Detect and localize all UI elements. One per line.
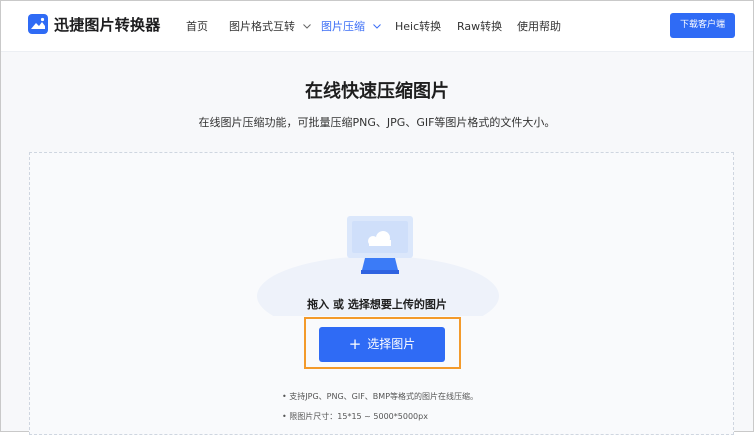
select-image-label: 选择图片 <box>367 337 416 351</box>
chevron-down-icon <box>372 24 381 29</box>
nav-help[interactable]: 使用帮助 <box>517 18 561 34</box>
top-navigation: 迅捷图片转换器 首页 图片格式互转 图片压缩 Heic转换 Raw转换 使用帮助… <box>1 1 753 52</box>
upload-image-illustration <box>347 216 413 274</box>
nav-heic[interactable]: Heic转换 <box>395 18 441 34</box>
format-support-note: • 支持JPG、PNG、GIF、BMP等格式的图片在线压缩。 <box>282 392 479 401</box>
nav-format-convert-label: 图片格式互转 <box>229 20 295 33</box>
window-frame: 迅捷图片转换器 首页 图片格式互转 图片压缩 Heic转换 Raw转换 使用帮助… <box>0 0 754 435</box>
brand-name[interactable]: 迅捷图片转换器 <box>54 14 160 35</box>
page-title: 在线快速压缩图片 <box>305 81 449 102</box>
size-limit-note: • 限图片尺寸：15*15 ~ 5000*5000px <box>282 412 428 421</box>
chevron-down-icon <box>302 24 311 29</box>
nav-home[interactable]: 首页 <box>186 18 208 34</box>
nav-format-convert[interactable]: 图片格式互转 <box>229 18 311 34</box>
nav-compress[interactable]: 图片压缩 <box>321 18 381 34</box>
drop-hint: 拖入 或 选择想要上传的图片 <box>307 298 447 311</box>
image-logo-icon[interactable] <box>28 14 48 34</box>
page-subtitle: 在线图片压缩功能，可批量压缩PNG、JPG、GIF等图片格式的文件大小。 <box>198 116 556 129</box>
download-client-button[interactable]: 下载客户端 <box>670 13 735 38</box>
nav-raw[interactable]: Raw转换 <box>457 18 502 34</box>
select-image-button[interactable]: + 选择图片 <box>319 327 445 362</box>
nav-compress-label: 图片压缩 <box>321 20 365 33</box>
plus-icon: + <box>348 335 362 353</box>
